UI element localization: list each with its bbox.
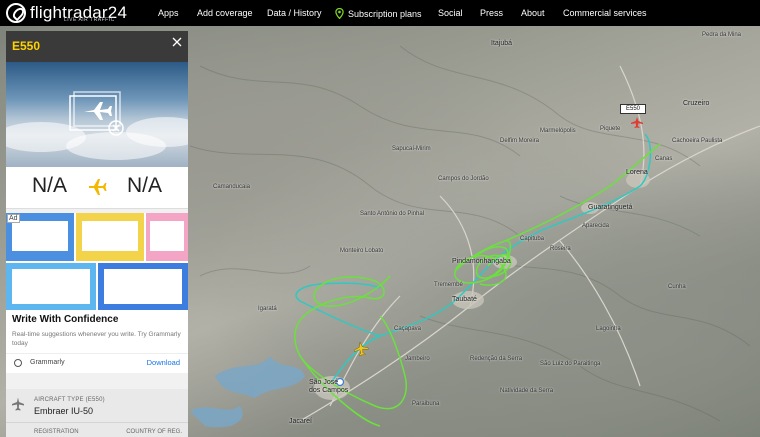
map-label: Piquete (600, 126, 621, 132)
panel-header: E550 (6, 31, 188, 62)
ad-images: Ad (6, 213, 188, 310)
aircraft-type-value: Embraer IU-50 (34, 406, 94, 416)
globe-icon (14, 359, 22, 367)
map-label: Natividade da Serra (500, 388, 554, 394)
map-label: Redenção da Serra (470, 356, 523, 362)
map-label: Itajubá (491, 40, 513, 47)
nav-item-subscription-plans-label: Subscription plans (348, 8, 422, 19)
route-destination: N/A (126, 174, 162, 197)
map-label: Capituba (520, 236, 545, 242)
map-label: Cachoeira Paulista (672, 138, 723, 144)
nav-item-about[interactable]: About (521, 8, 545, 18)
top-navigation-bar: flightradar24 LIVE AIR TRAFFIC Apps Add … (0, 0, 760, 26)
map-pin-icon (335, 8, 344, 19)
roads (299, 65, 760, 422)
map-label: Delfim Moreira (500, 138, 540, 144)
map-label: Cunha (668, 284, 686, 290)
ad-brand: Grammarly (30, 359, 65, 366)
nav-item-data-history[interactable]: Data / History (267, 8, 322, 18)
map-label: Monteiro Lobato (340, 248, 384, 254)
map-label: Caçapava (394, 326, 422, 332)
ad-title[interactable]: Write With Confidence (12, 314, 118, 325)
aircraft-type-code: (E550) (85, 397, 105, 403)
nav-item-apps[interactable]: Apps (158, 8, 179, 18)
flight-callsign: E550 (12, 39, 41, 53)
map-label: São José dos Campos (309, 379, 349, 394)
map-label: Paraibuna (412, 401, 440, 407)
route-plane-icon (85, 175, 109, 199)
map-label: Santo Antônio do Pinhal (360, 211, 425, 217)
map-label: Roseira (550, 246, 571, 252)
map-label: Guaratinguetá (588, 204, 633, 211)
flight-info-panel: E550 N/A N/A Ad Write With Confidence Re… (6, 31, 188, 437)
close-icon[interactable] (170, 35, 184, 49)
route-summary: N/A N/A (6, 167, 188, 209)
map-label: Taubaté (452, 296, 477, 303)
map-label: Jacareí (289, 418, 312, 425)
map-label: Marmelópolis (540, 128, 576, 134)
map-label: Lagoinha (596, 326, 621, 332)
ad-download-button[interactable]: Download (147, 358, 180, 367)
map-label: Lorena (626, 169, 648, 176)
flight-track-green (294, 143, 661, 427)
aircraft-type-icon (12, 397, 24, 411)
map-label: Pindamonhangaba (452, 258, 511, 265)
no-photo-icon (69, 91, 124, 136)
aircraft-photo-placeholder (6, 62, 188, 167)
route-origin: N/A (32, 174, 68, 197)
ad-description: Real-time suggestions whenever you write… (12, 331, 181, 347)
map-label: Campos do Jordão (438, 176, 489, 182)
nav-item-social[interactable]: Social (438, 8, 463, 18)
map-label: Igaratá (258, 306, 277, 312)
map-label: Pedra da Mina (702, 32, 742, 38)
main-nav: Apps Add coverage Data / History Subscri… (0, 0, 760, 26)
map-label: Tremembé (434, 282, 463, 288)
map-label: Canas (655, 156, 673, 162)
aircraft-info: AIRCRAFT TYPE (E550) Embraer IU-50 REGIS… (6, 389, 188, 437)
ad-badge: Ad (7, 214, 20, 223)
reservoir-water (190, 356, 305, 428)
divider (6, 422, 188, 423)
nav-item-subscription-plans[interactable]: Subscription plans (335, 8, 422, 19)
map-label: Camanducaia (213, 184, 251, 190)
nav-item-commercial-services[interactable]: Commercial services (563, 8, 647, 18)
flight-track-cyan-2 (295, 282, 381, 337)
map-label: Sapucaí-Mirim (392, 146, 431, 152)
registration-label: REGISTRATION (34, 429, 79, 435)
nav-item-press[interactable]: Press (480, 8, 503, 18)
map-label: Cruzeiro (683, 100, 710, 107)
map-label: São Luiz do Paraitinga (540, 361, 601, 367)
map-label: Jambeiro (405, 356, 430, 362)
ad-footer: Grammarly Download (6, 353, 188, 371)
aircraft-type-label: AIRCRAFT TYPE (E550) (34, 397, 105, 403)
map-callsign-tag[interactable]: E550 (620, 104, 647, 114)
map-label: Aparecida (582, 223, 610, 229)
nav-item-add-coverage[interactable]: Add coverage (197, 8, 253, 18)
country-label: COUNTRY OF REG. (126, 429, 182, 435)
advertisement[interactable]: Ad Write With Confidence Real-time sugge… (6, 213, 188, 373)
